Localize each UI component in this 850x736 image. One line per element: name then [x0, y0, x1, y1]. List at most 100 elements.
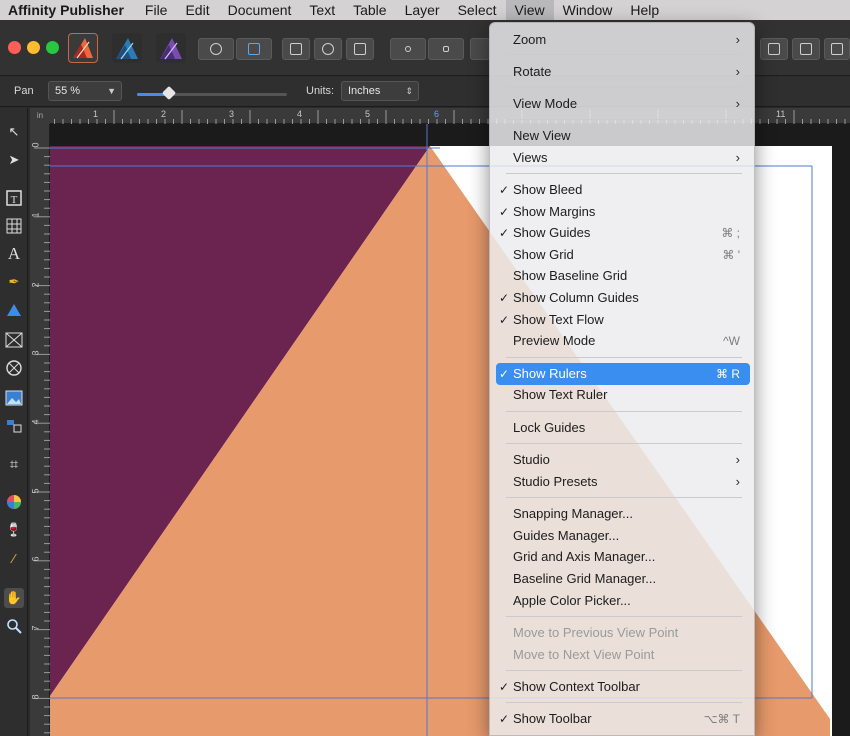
menu-view[interactable]: View — [505, 0, 554, 20]
node-tool-icon[interactable]: ➤ — [4, 150, 24, 170]
align-button[interactable] — [792, 38, 820, 60]
ruler-origin[interactable]: in — [30, 108, 50, 124]
snap-button[interactable] — [428, 38, 464, 60]
text-frame-tool-icon[interactable]: T — [4, 188, 24, 208]
menu-item-baseline-grid-manager[interactable]: Baseline Grid Manager... — [496, 568, 750, 590]
menu-layer[interactable]: Layer — [396, 0, 449, 20]
ruler-number: 2 — [161, 109, 167, 119]
menu-item-rotate[interactable]: Rotate › — [496, 61, 750, 83]
publisher-persona-button[interactable] — [68, 33, 98, 63]
menu-separator — [506, 411, 742, 412]
view-mode-bleed-button[interactable] — [314, 38, 342, 60]
menu-table[interactable]: Table — [344, 0, 395, 20]
dropdown-arrow-icon: ▼ — [107, 86, 116, 96]
color-picker-wheel-icon[interactable] — [4, 492, 24, 512]
close-window-button[interactable] — [8, 41, 21, 54]
image-scale-tool-icon[interactable] — [4, 416, 24, 436]
menu-item-studio[interactable]: Studio › — [496, 449, 750, 471]
assets-button[interactable] — [198, 38, 234, 60]
menu-item-show-toolbar[interactable]: ✓ Show Toolbar ⌥⌘ T — [496, 708, 750, 730]
zoom-dropdown[interactable]: 55 % ▼ — [48, 81, 122, 101]
zoom-window-button[interactable] — [46, 41, 59, 54]
designer-persona-icon — [116, 38, 138, 60]
menu-window[interactable]: Window — [554, 0, 622, 20]
menu-item-previous-view-point: Move to Previous View Point — [513, 625, 679, 640]
arrange-button[interactable] — [760, 38, 788, 60]
menu-item-show-context-toolbar[interactable]: ✓ Show Context Toolbar — [496, 676, 750, 698]
submenu-arrow-icon: › — [735, 474, 740, 489]
menu-help[interactable]: Help — [621, 0, 668, 20]
eyedropper-tool-icon[interactable]: ⁄ — [4, 548, 24, 568]
menu-separator — [506, 87, 742, 88]
menu-text[interactable]: Text — [300, 0, 344, 20]
checkmark-icon: ✓ — [499, 205, 510, 219]
stepper-arrows-icon: ⇕ — [405, 86, 413, 96]
menu-item-show-margins[interactable]: ✓ Show Margins — [496, 201, 750, 223]
menu-file[interactable]: File — [136, 0, 177, 20]
menu-separator — [506, 702, 742, 703]
move-tool-icon[interactable]: ↖ — [4, 122, 24, 142]
stock-button[interactable] — [236, 38, 272, 60]
hand-tool-icon[interactable]: ✋ — [4, 588, 24, 608]
app-menu[interactable]: Affinity Publisher — [0, 0, 136, 20]
units-dropdown[interactable]: Inches ⇕ — [341, 81, 419, 101]
menu-item-apple-color-picker[interactable]: Apple Color Picker... — [496, 590, 750, 612]
menu-item-show-text-ruler[interactable]: Show Text Ruler — [496, 384, 750, 406]
menu-separator — [506, 54, 742, 55]
shortcut-label: ⌘ R — [716, 367, 740, 381]
fill-tool-icon[interactable]: 🍷 — [4, 520, 24, 540]
menu-item-show-baseline-grid[interactable]: Show Baseline Grid — [496, 265, 750, 287]
view-mode-clip-button[interactable] — [346, 38, 374, 60]
menu-item-preview-mode[interactable]: Preview Mode ^W — [496, 330, 750, 352]
zoom-value: 55 % — [55, 85, 81, 97]
menu-item-show-rulers[interactable]: ✓ Show Rulers ⌘ R — [496, 363, 750, 385]
crop-tool-icon[interactable]: ⌗ — [4, 454, 24, 474]
zoom-tool-icon[interactable] — [4, 616, 24, 636]
menu-item-lock-guides[interactable]: Lock Guides — [496, 417, 750, 439]
minimize-window-button[interactable] — [27, 41, 40, 54]
menu-item-show-guides[interactable]: ✓ Show Guides ⌘ ; — [496, 222, 750, 244]
photo-persona-button[interactable] — [156, 33, 186, 63]
menu-item-new-view[interactable]: New View — [496, 125, 750, 147]
view-mode-normal-button[interactable] — [282, 38, 310, 60]
place-image-tool-icon[interactable] — [4, 388, 24, 408]
menu-item-view-mode[interactable]: View Mode › — [496, 93, 750, 115]
pin-button[interactable] — [390, 38, 426, 60]
menu-item-show-text-flow[interactable]: ✓ Show Text Flow — [496, 309, 750, 331]
transform-button[interactable] — [824, 38, 850, 60]
shortcut-label: ⌘ ; — [721, 226, 740, 240]
menu-select[interactable]: Select — [449, 0, 506, 20]
menu-item-show-grid[interactable]: Show Grid ⌘ ' — [496, 244, 750, 266]
ellipse-frame-tool-icon[interactable] — [4, 358, 24, 378]
menu-item-views[interactable]: Views › — [496, 147, 750, 169]
menu-item-studio-presets[interactable]: Studio Presets › — [496, 471, 750, 493]
picture-frame-tool-icon[interactable] — [4, 330, 24, 350]
menu-separator — [506, 119, 742, 120]
menu-item-show-column-guides[interactable]: ✓ Show Column Guides — [496, 287, 750, 309]
menu-separator — [506, 173, 742, 174]
menu-item-snapping-manager[interactable]: Snapping Manager... — [496, 503, 750, 525]
checkmark-icon: ✓ — [499, 367, 510, 381]
comment-button[interactable] — [470, 38, 490, 60]
menu-item-zoom[interactable]: Zoom › — [496, 29, 750, 51]
shortcut-label: ⌥⌘ T — [703, 712, 740, 726]
submenu-arrow-icon: › — [735, 64, 740, 79]
artistic-text-tool-icon[interactable]: A — [4, 244, 24, 264]
view-menu-dropdown: Zoom › Rotate › View Mode › New View Views ›… — [489, 22, 755, 736]
shape-tool-icon[interactable] — [4, 300, 24, 320]
photo-persona-icon — [160, 38, 182, 60]
menu-item-show-bleed[interactable]: ✓ Show Bleed — [496, 179, 750, 201]
menu-item-guides-manager[interactable]: Guides Manager... — [496, 525, 750, 547]
designer-persona-button[interactable] — [112, 33, 142, 63]
menu-item-grid-axis-manager[interactable]: Grid and Axis Manager... — [496, 546, 750, 568]
tool-name-label: Pan — [14, 85, 34, 97]
ruler-number: 3 — [30, 350, 41, 356]
table-tool-icon[interactable] — [4, 216, 24, 236]
menu-edit[interactable]: Edit — [176, 0, 218, 20]
checkmark-icon: ✓ — [499, 712, 510, 726]
checkmark-icon: ✓ — [499, 226, 510, 240]
ruler-number: 4 — [297, 109, 303, 119]
menu-document[interactable]: Document — [219, 0, 301, 20]
pen-tool-icon[interactable]: ✒ — [4, 272, 24, 292]
ruler-number: 3 — [229, 109, 235, 119]
